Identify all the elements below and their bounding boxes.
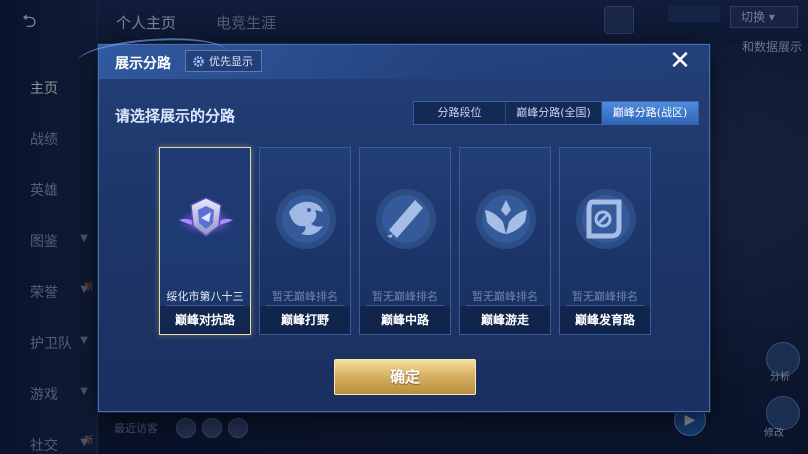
dialog-subtitle: 请选择展示的分路 xyxy=(115,107,236,125)
tab-peak-lane-region[interactable]: 巅峰分路(战区) xyxy=(602,102,698,124)
lane-card-label: 巅峰发育路 xyxy=(560,306,650,334)
farm-lane-target-icon xyxy=(575,188,637,250)
tab-peak-lane-national[interactable]: 巅峰分路(全国) xyxy=(506,102,602,124)
lane-rank-text: 绥化市第八十三 xyxy=(166,290,244,303)
lane-card-jungle[interactable]: 暂无巅峰排名 巅峰打野 xyxy=(259,147,351,335)
priority-display-button[interactable]: 优先显示 xyxy=(185,50,262,72)
close-icon[interactable]: ✕ xyxy=(667,48,693,75)
lane-filter-tabs: 分路段位 巅峰分路(全国) 巅峰分路(战区) xyxy=(413,101,699,125)
confirm-button[interactable]: 确定 xyxy=(334,359,476,395)
lane-card-clash[interactable]: 绥化市第八十三 巅峰对抗路 xyxy=(159,147,251,335)
jungle-dragon-icon xyxy=(275,188,337,250)
lane-display-dialog: 展示分路 优先显示 ✕ 请选择展示的分路 分路段位 巅峰分路(全国) 巅峰分路(… xyxy=(75,33,710,412)
lane-rank-text: 暂无巅峰排名 xyxy=(372,290,438,303)
priority-display-label: 优先显示 xyxy=(209,55,253,68)
lane-cards: 绥化市第八十三 巅峰对抗路 暂无巅峰排名 巅峰打野 暂无巅峰排名 巅峰中路 暂无… xyxy=(159,147,651,335)
lane-card-label: 巅峰游走 xyxy=(460,306,550,334)
lane-rank-text: 暂无巅峰排名 xyxy=(272,290,338,303)
mid-lane-blade-icon xyxy=(375,188,437,250)
gear-icon xyxy=(193,55,204,67)
lane-card-farm[interactable]: 暂无巅峰排名 巅峰发育路 xyxy=(559,147,651,335)
lane-card-label: 巅峰对抗路 xyxy=(160,306,250,334)
lane-card-label: 巅峰打野 xyxy=(260,306,350,334)
roam-wings-icon xyxy=(475,188,537,250)
lane-card-label: 巅峰中路 xyxy=(360,306,450,334)
clash-lane-crest-icon xyxy=(175,188,237,250)
dialog-title: 展示分路 xyxy=(115,56,171,72)
lane-rank-text: 暂无巅峰排名 xyxy=(472,290,538,303)
lane-card-roam[interactable]: 暂无巅峰排名 巅峰游走 xyxy=(459,147,551,335)
tab-lane-rank[interactable]: 分路段位 xyxy=(414,102,506,124)
lane-rank-text: 暂无巅峰排名 xyxy=(572,290,638,303)
lane-card-mid[interactable]: 暂无巅峰排名 巅峰中路 xyxy=(359,147,451,335)
